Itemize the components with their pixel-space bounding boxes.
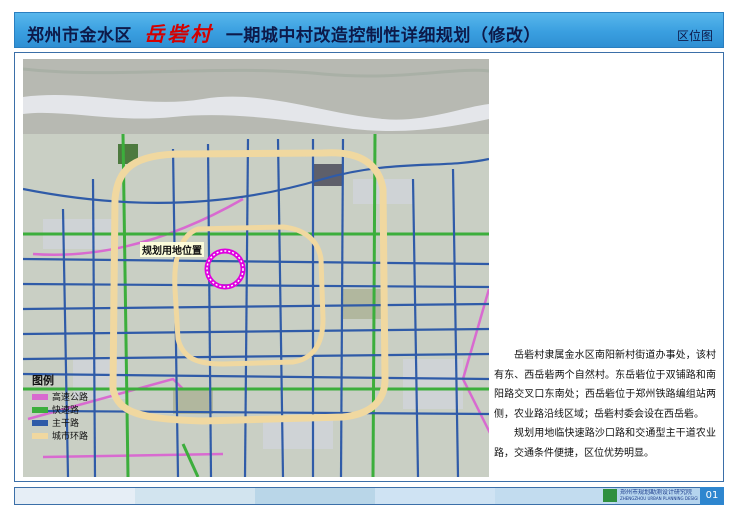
legend-label: 主干路 <box>52 419 80 429</box>
page-number: 01 <box>700 487 724 505</box>
legend-label: 快速路 <box>52 406 80 416</box>
site-location-label: 规划用地位置 <box>140 242 204 257</box>
legend-label: 高速公路 <box>52 393 89 403</box>
institute-name-en: ZHENGZHOU URBAN PLANNING DESIGN & SURVEY… <box>620 496 698 501</box>
legend-swatch-ring-road <box>32 432 48 439</box>
institute-name: 郑州市规划勘测设计研究院 ZHENGZHOU URBAN PLANNING DE… <box>620 489 698 501</box>
title-village-name: 岳砦村 <box>144 22 214 46</box>
institute-logo-icon <box>603 489 617 502</box>
legend-item-expressway: 高速公路 <box>32 390 104 403</box>
description-text: 岳砦村隶属金水区南阳新村街道办事处，该村有东、西岳砦两个自然村。东岳砦位于双铺路… <box>494 346 716 463</box>
footer-segment <box>15 488 135 504</box>
footer-segment <box>255 488 375 504</box>
legend-item-arterial-road: 主干路 <box>32 416 104 429</box>
footer-segment <box>135 488 255 504</box>
page: 郑州市金水区 岳砦村 一期城中村改造控制性详细规划（修改） 区位图 规划用地位置… <box>0 0 740 515</box>
legend-swatch-fast-road <box>32 406 48 413</box>
description-paragraph-2: 规划用地临快速路沙口路和交通型主干道农业路，交通条件便捷，区位优势明显。 <box>494 428 716 459</box>
section-label: 区位图 <box>676 29 713 43</box>
map-legend: 图例 高速公路 快速路 主干路 城市环路 <box>32 372 104 442</box>
footer-segment <box>375 488 495 504</box>
page-title: 郑州市金水区 岳砦村 一期城中村改造控制性详细规划（修改） <box>27 18 541 47</box>
legend-item-fast-road: 快速路 <box>32 403 104 416</box>
title-suffix: 一期城中村改造控制性详细规划（修改） <box>225 26 541 46</box>
title-prefix: 郑州市金水区 <box>27 26 132 46</box>
title-bar: 郑州市金水区 岳砦村 一期城中村改造控制性详细规划（修改） 区位图 <box>14 12 724 48</box>
description-paragraph-1: 岳砦村隶属金水区南阳新村街道办事处，该村有东、西岳砦两个自然村。东岳砦位于双铺路… <box>494 350 716 420</box>
footer-segment <box>495 488 615 504</box>
footer-bar <box>14 487 724 505</box>
legend-swatch-arterial-road <box>32 419 48 426</box>
legend-swatch-expressway <box>32 393 48 400</box>
legend-item-ring-road: 城市环路 <box>32 429 104 442</box>
legend-title: 图例 <box>32 374 54 387</box>
institute-name-cn: 郑州市规划勘测设计研究院 <box>620 489 693 496</box>
legend-label: 城市环路 <box>52 432 89 442</box>
